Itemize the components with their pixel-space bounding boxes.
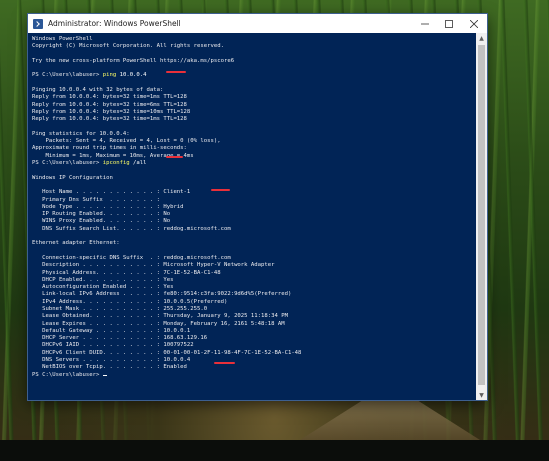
console-line: Lease Obtained. . . . . . . . . . : Thur… [32,313,288,320]
console-line: PS C:\Users\labuser> ipconfig /all [32,160,474,167]
console-line: Connection-specific DNS Suffix . : reddo… [32,254,231,261]
scroll-up-arrow-icon[interactable]: ▲ [476,33,487,43]
console-line: DNS Servers . . . . . . . . . . . : 10.0… [32,357,191,364]
maximize-button[interactable] [437,14,461,33]
console-argument: 10.0.0.4 [116,72,147,79]
console-line: Autoconfiguration Enabled . . . . : Yes [32,284,174,291]
window-title: Administrator: Windows PowerShell [48,19,181,28]
console-command: ping [102,72,117,79]
console-line: Node Type . . . . . . . . . . . . : Hybr… [32,203,184,210]
console-line: PS C:\Users\labuser> [32,372,474,379]
title-bar[interactable]: Administrator: Windows PowerShell [28,14,487,33]
console-command: ipconfig [102,160,130,167]
console-line: PS C:\Users\labuser> ping 10.0.0.4 [32,72,474,79]
console-line: Reply from 10.0.0.4: bytes=32 time=6ms T… [32,101,187,108]
console-prompt: PS C:\Users\labuser> [32,72,103,79]
console-line: DHCP Server . . . . . . . . . . . : 168.… [32,335,208,342]
scroll-down-arrow-icon[interactable]: ▼ [476,390,487,400]
console-line: Packets: Sent = 4, Received = 4, Lost = … [32,138,221,145]
minimize-icon [421,23,429,24]
close-icon [470,19,478,28]
console-line: Copyright (C) Microsoft Corporation. All… [32,43,224,50]
console-prompt: PS C:\Users\labuser> [32,160,103,167]
powershell-window[interactable]: Administrator: Windows PowerShell Window… [28,14,487,400]
vertical-scrollbar[interactable]: ▲ ▼ [476,33,487,400]
console-line: IP Routing Enabled. . . . . . . . : No [32,211,171,218]
minimize-button[interactable] [413,14,437,33]
console-line: NetBIOS over Tcpip. . . . . . . . : Enab… [32,364,187,371]
console-line: Link-local IPv6 Address . . . . . : fe80… [32,291,292,298]
console-line: Description . . . . . . . . . . . : Micr… [32,262,275,269]
text-cursor [102,374,107,376]
console-line: Windows IP Configuration [32,174,113,181]
console-line: Approximate round trip times in milli-se… [32,145,187,152]
scrollbar-thumb[interactable] [478,45,485,385]
console-line: Physical Address. . . . . . . . . : 7C-1… [32,269,221,276]
console-line: Ethernet adapter Ethernet: [32,240,120,247]
console-line: Subnet Mask . . . . . . . . . . . : 255.… [32,305,208,312]
close-button[interactable] [461,14,487,33]
console-line: Pinging 10.0.0.4 with 32 bytes of data: [32,87,164,94]
console-line: DHCPv6 Client DUID. . . . . . . . : 00-0… [32,349,302,356]
console-output[interactable]: Windows PowerShell Copyright (C) Microsof… [32,36,474,396]
console-line: Try the new cross-platform PowerShell ht… [32,57,235,64]
console-line: IPv4 Address. . . . . . . . . . . : 10.0… [32,298,228,305]
desktop-bottom-edge [0,440,549,461]
maximize-icon [445,19,453,28]
console-line: Default Gateway . . . . . . . . . : 10.0… [32,327,191,334]
annotation-underline-hostname [211,189,230,191]
console-line: Primary Dns Suffix . . . . . . . : [32,196,160,203]
console-line: Minimum = 1ms, Maximum = 10ms, Average =… [32,152,194,159]
powershell-icon [33,18,43,29]
console-argument: /all [129,160,147,167]
console-line: Host Name . . . . . . . . . . . . : Clie… [32,189,191,196]
console-line: DHCPv6 IAID . . . . . . . . . . . : 1007… [32,342,194,349]
console-line: Ping statistics for 10.0.0.4: [32,130,130,137]
console-line: Reply from 10.0.0.4: bytes=32 time=10ms … [32,108,191,115]
annotation-underline-ipconfig [166,156,183,158]
console-line: Lease Expires . . . . . . . . . . : Mond… [32,320,285,327]
console-line: DNS Suffix Search List. . . . . . : redd… [32,225,231,232]
console-line: Windows PowerShell [32,36,93,42]
console-prompt: PS C:\Users\labuser> [32,371,103,378]
console-line: WINS Proxy Enabled. . . . . . . . : No [32,218,171,225]
annotation-underline-dns-server [214,362,235,364]
console-line: Reply from 10.0.0.4: bytes=32 time=1ms T… [32,94,187,101]
console-line: Reply from 10.0.0.4: bytes=32 time=1ms T… [32,116,187,123]
annotation-underline-ping [166,71,186,73]
console-line: DHCP Enabled. . . . . . . . . . . : Yes [32,276,174,283]
